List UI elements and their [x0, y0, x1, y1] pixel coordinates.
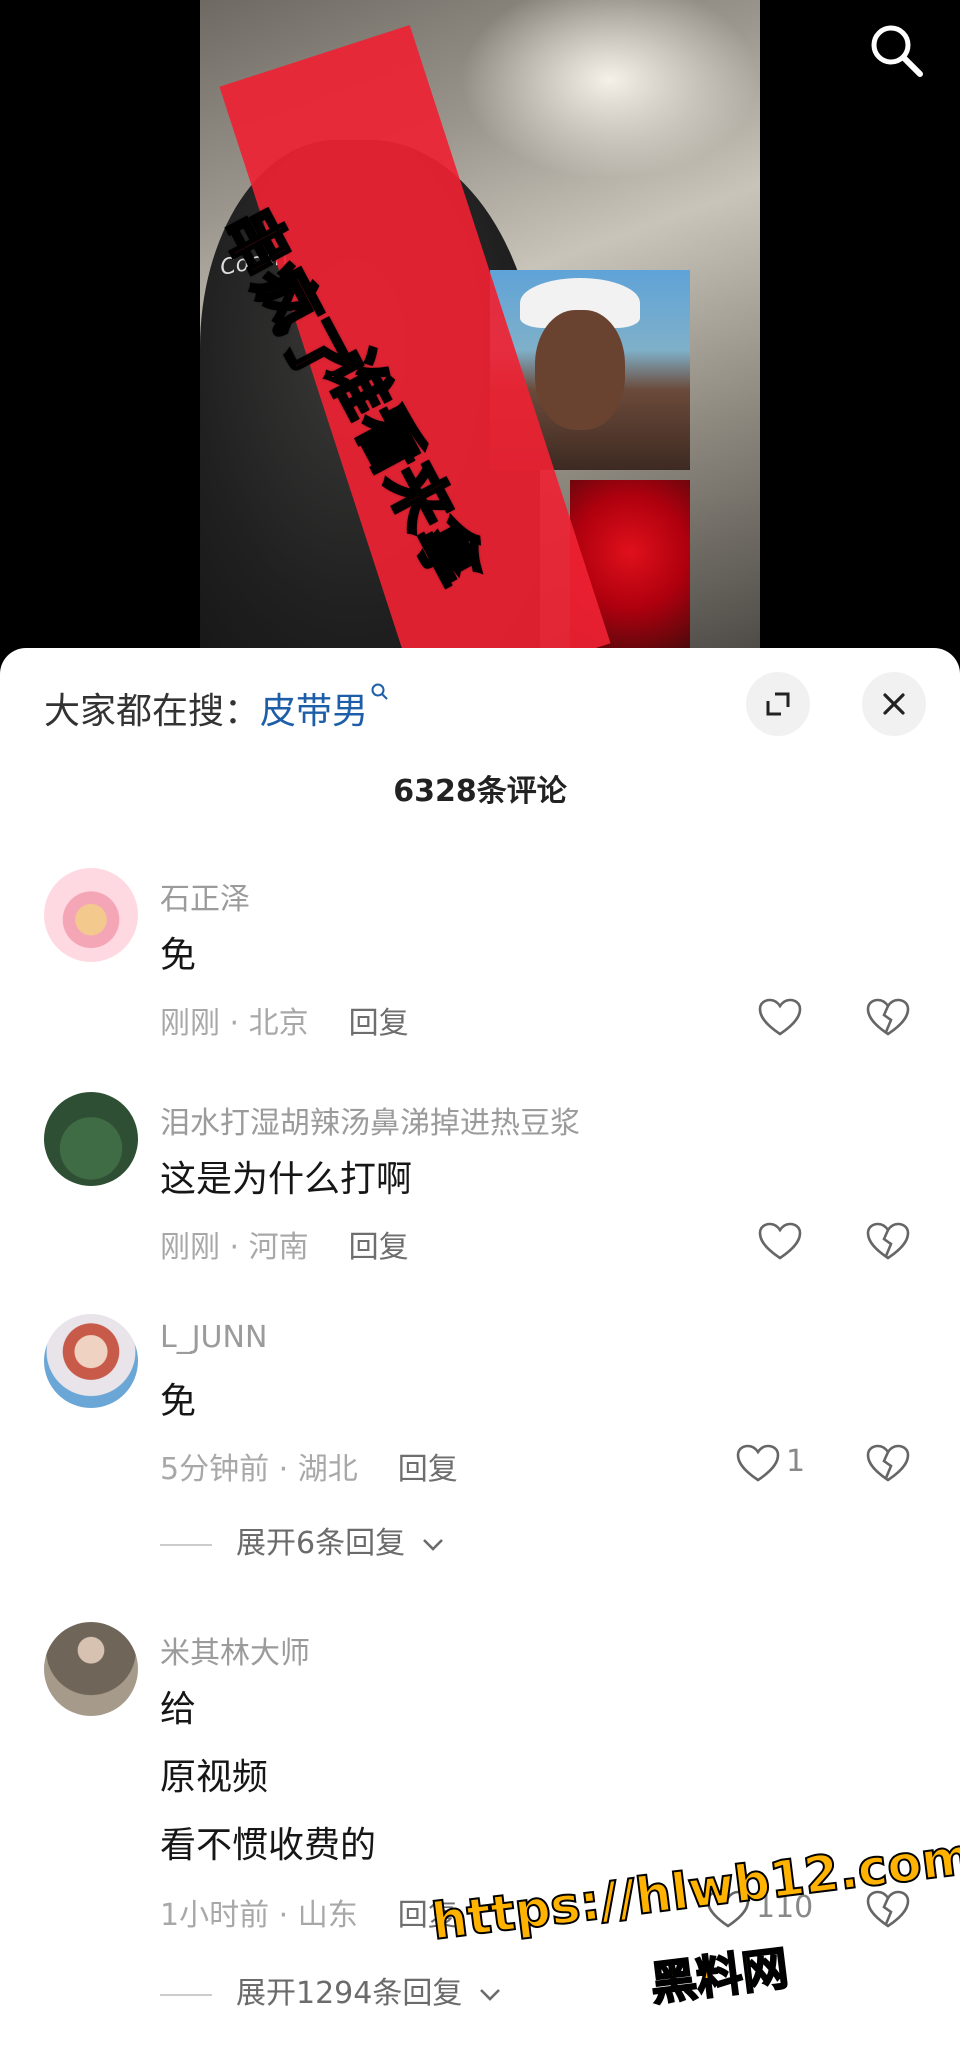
comment-text: 看不惯收费的 [160, 1825, 377, 1866]
expand-replies-button[interactable]: 展开6条回复 [160, 1518, 445, 1562]
reply-button[interactable]: 回复 [349, 1230, 409, 1265]
comment-meta: 刚刚 · 河南 回复 [160, 1230, 409, 1265]
heart-icon[interactable] [758, 1222, 802, 1262]
reply-button[interactable]: 回复 [398, 1452, 458, 1487]
hot-search-keyword[interactable]: 皮带男 [260, 691, 368, 732]
comment-location: 河南 [248, 1230, 309, 1265]
comment-sheet: 大家都在搜：皮带男 6328条评论 石正泽 免 刚刚 · 北京 回复 泪水打湿胡辣… [0, 648, 960, 2045]
broken-heart-icon[interactable] [866, 998, 910, 1038]
comment-time: 刚刚 [160, 1230, 220, 1265]
close-icon [883, 693, 905, 715]
expand-replies-button[interactable]: 展开1294条回复 [160, 1968, 502, 2012]
expand-replies-label: 展开6条回复 [236, 1526, 406, 1561]
expand-icon [766, 692, 790, 716]
heart-icon[interactable] [758, 998, 802, 1038]
magnifier-icon [371, 683, 388, 700]
heart-icon[interactable] [736, 1444, 780, 1484]
comment-count: 6328条评论 [393, 774, 567, 809]
comment-text: 这是为什么打啊 [160, 1159, 413, 1200]
expand-replies-label: 展开1294条回复 [236, 1976, 463, 2011]
search-icon[interactable] [864, 18, 928, 82]
comment-meta: 5分钟前 · 湖北 回复 [160, 1452, 458, 1487]
comment-time: 刚刚 [160, 1006, 220, 1041]
comment-text: 免 [160, 935, 197, 976]
ceiling-light [460, 0, 760, 180]
broken-heart-icon[interactable] [866, 1222, 910, 1262]
divider [160, 1543, 212, 1546]
video-player[interactable]: Cocon 串疯了 谁看来拿 [0, 0, 960, 660]
hot-search-bar[interactable]: 大家都在搜：皮带男 [44, 682, 390, 734]
comment-time: 1小时前 [160, 1898, 270, 1933]
reply-button[interactable]: 回复 [349, 1006, 409, 1041]
like-count: 1 [786, 1444, 806, 1479]
comment-username[interactable]: 米其林大师 [160, 1628, 310, 1672]
comment-text: 给 [160, 1689, 197, 1730]
comment-username[interactable]: 石正泽 [160, 874, 250, 918]
chevron-down-icon [422, 1538, 443, 1551]
expand-button[interactable] [746, 672, 810, 736]
comment-username[interactable]: 泪水打湿胡辣汤鼻涕掉进热豆浆 [160, 1098, 580, 1142]
comment-location: 北京 [248, 1006, 309, 1041]
broken-heart-icon[interactable] [866, 1444, 910, 1484]
chevron-down-icon [479, 1988, 500, 2001]
avatar[interactable] [44, 1622, 138, 1716]
inset-face [535, 310, 625, 430]
divider [160, 1993, 212, 1996]
comment-time: 5分钟前 [160, 1452, 270, 1487]
comment-meta: 刚刚 · 北京 回复 [160, 1006, 409, 1041]
comment-location: 湖北 [297, 1452, 358, 1487]
avatar[interactable] [44, 1092, 138, 1186]
comment-meta: 1小时前 · 山东 回复 [160, 1898, 458, 1933]
comment-text: 免 [160, 1381, 197, 1422]
comment-username[interactable]: L_JUNN [160, 1320, 267, 1355]
hot-search-prefix: 大家都在搜： [44, 691, 261, 732]
close-button[interactable] [862, 672, 926, 736]
avatar[interactable] [44, 868, 138, 962]
comment-text: 原视频 [160, 1757, 269, 1798]
avatar[interactable] [44, 1314, 138, 1408]
comment-location: 山东 [297, 1898, 358, 1933]
